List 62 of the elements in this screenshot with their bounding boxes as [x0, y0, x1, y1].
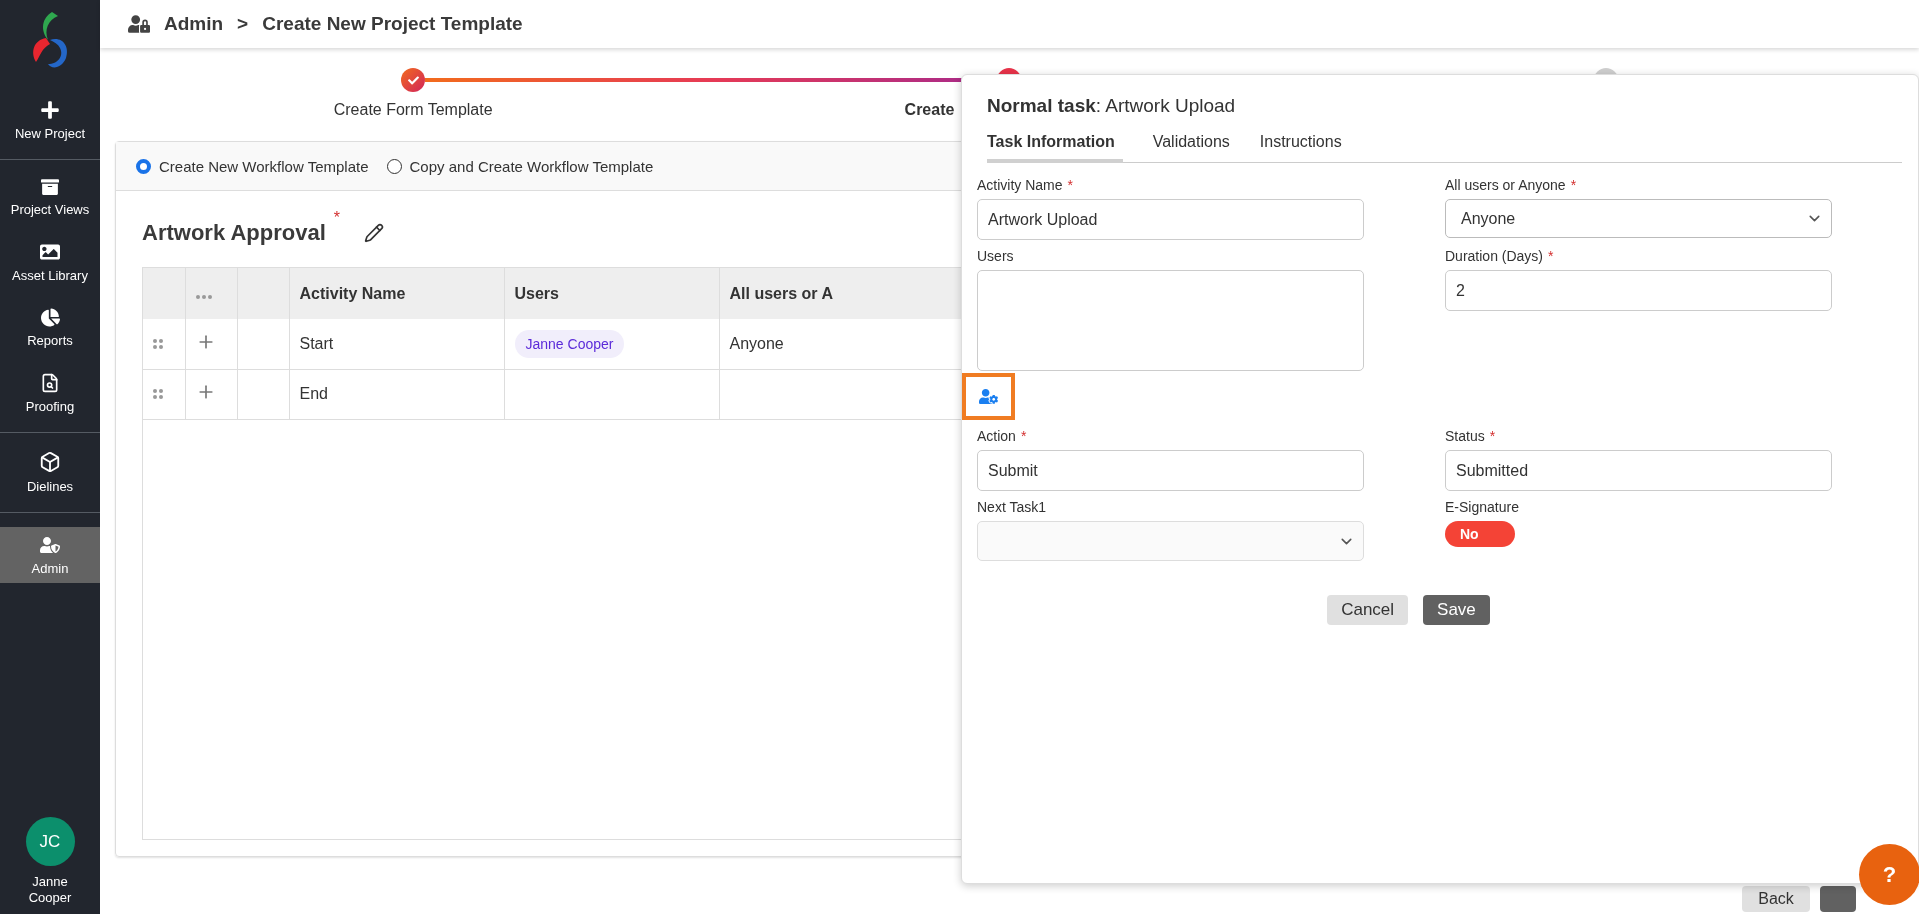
- toggle-switch[interactable]: No: [1445, 521, 1515, 547]
- user-chip: Janne Cooper: [514, 329, 625, 358]
- user-settings-button[interactable]: [962, 373, 1015, 420]
- user-avatar[interactable]: JC: [25, 817, 75, 866]
- image-icon: [40, 242, 60, 262]
- step-label: Create: [904, 101, 955, 119]
- select-field[interactable]: [977, 521, 1364, 561]
- field-label: Action *: [977, 428, 1028, 444]
- panel-title: Normal task: Artwork Upload: [987, 95, 1236, 117]
- step-label: Create Form Template: [333, 101, 493, 119]
- drag-handle-icon: [153, 389, 163, 399]
- more-icon[interactable]: [195, 294, 212, 299]
- radio-option[interactable]: Create New Workflow Template: [136, 157, 369, 175]
- users-field[interactable]: [977, 270, 1364, 371]
- tab[interactable]: Instructions: [1259, 133, 1342, 163]
- radio-option[interactable]: Copy and Create Workflow Template: [386, 157, 654, 175]
- pie-chart-icon: [40, 308, 60, 327]
- field-label: Next Task1: [977, 499, 1047, 515]
- select-field[interactable]: Anyone: [1445, 199, 1832, 238]
- sidebar-item[interactable]: Reports: [0, 304, 100, 352]
- user-lock-icon: [128, 13, 150, 35]
- drag-handle-icon: [153, 338, 163, 349]
- field-label: Activity Name *: [977, 177, 1075, 193]
- input-field[interactable]: Submit: [977, 450, 1364, 491]
- next-button[interactable]: [1820, 886, 1856, 912]
- field-label: Users: [977, 248, 1015, 264]
- input-field[interactable]: Artwork Upload: [977, 199, 1364, 240]
- column-header: Users: [504, 268, 719, 319]
- check-icon: [407, 74, 419, 86]
- save-button[interactable]: Save: [1423, 595, 1490, 625]
- field-label: E-Signature: [1445, 499, 1520, 515]
- sidebar-item[interactable]: New Project: [0, 96, 100, 145]
- user-gear-icon: [979, 387, 998, 406]
- box-icon: [39, 451, 61, 473]
- cancel-button[interactable]: Cancel: [1327, 595, 1409, 625]
- breadcrumb-item[interactable]: Admin: [164, 13, 224, 35]
- sidebar-item[interactable]: Asset Library: [0, 238, 100, 287]
- table-cell: End: [289, 369, 504, 419]
- template-title: Artwork Approval: [142, 220, 326, 246]
- tab[interactable]: Validations: [1152, 133, 1230, 163]
- file-search-icon: [40, 373, 60, 393]
- field-label: All users or Anyone *: [1445, 177, 1578, 193]
- field-label: Status *: [1445, 428, 1497, 444]
- required-mark: *: [333, 209, 340, 227]
- tab[interactable]: Task Information: [987, 133, 1123, 163]
- sidebar-item[interactable]: Project Views: [0, 174, 100, 221]
- input-field[interactable]: Submitted: [1445, 450, 1832, 491]
- edit-icon[interactable]: [364, 223, 384, 243]
- sidebar-item[interactable]: Proofing: [0, 369, 100, 418]
- sidebar-item[interactable]: Admin: [0, 527, 100, 583]
- archive-icon: [41, 178, 59, 196]
- user-shield-icon: [40, 535, 60, 555]
- back-button[interactable]: Back: [1742, 886, 1810, 912]
- field-label: Duration (Days) *: [1445, 248, 1555, 264]
- sidebar-item[interactable]: Dielines: [0, 447, 100, 498]
- breadcrumb-item: Create New Project Template: [262, 13, 523, 35]
- input-field[interactable]: 2: [1445, 270, 1832, 311]
- table-cell: Start: [289, 319, 504, 369]
- breadcrumb-separator: >: [237, 13, 249, 35]
- plus-icon: [40, 100, 60, 120]
- column-header: Activity Name: [289, 268, 504, 319]
- user-name: Janne Cooper: [27, 874, 73, 906]
